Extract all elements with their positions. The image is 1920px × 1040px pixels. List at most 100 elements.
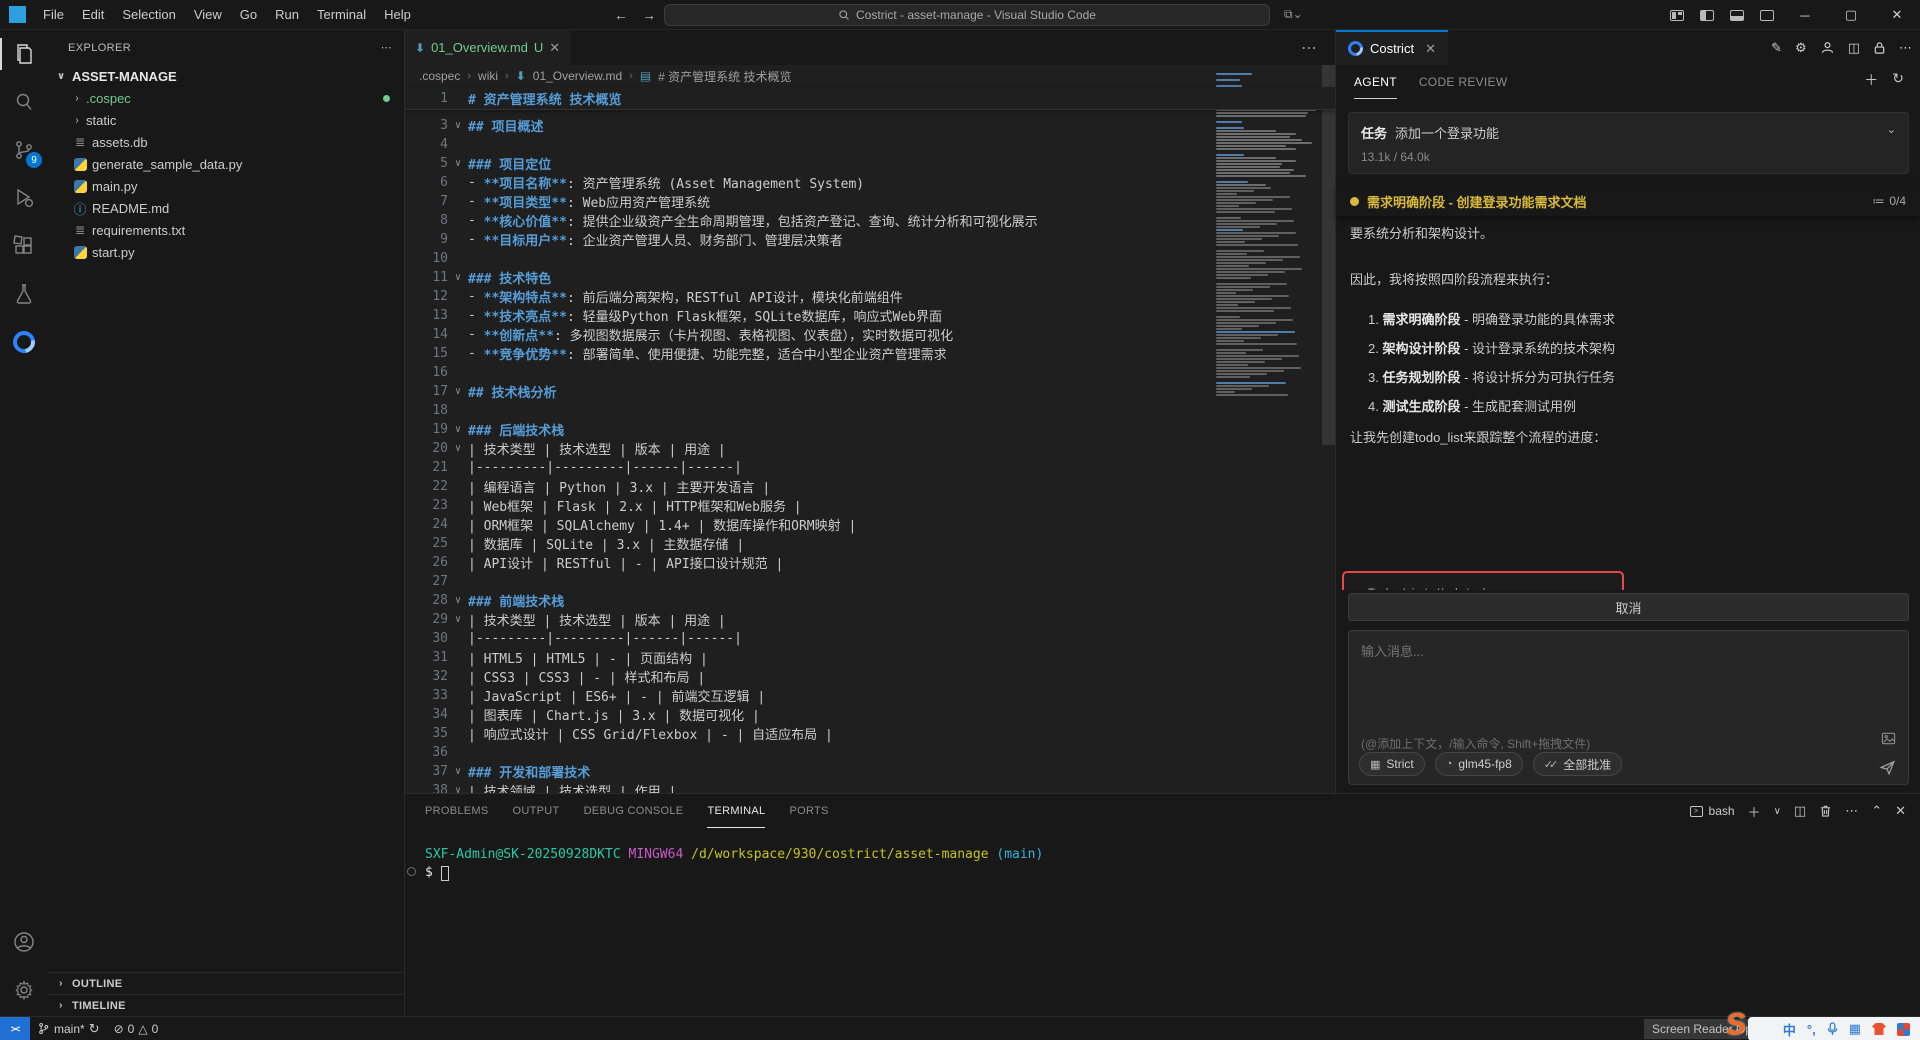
gear-icon[interactable]: ⚙ (1795, 40, 1807, 56)
file-row-assets.db[interactable]: ≣assets.db (48, 131, 404, 153)
menu-selection[interactable]: Selection (113, 7, 184, 22)
file-row-main.py[interactable]: main.py (48, 175, 404, 197)
minimap[interactable] (1212, 65, 1322, 765)
tab-code-review[interactable]: CODE REVIEW (1419, 65, 1508, 99)
split-terminal-icon[interactable]: ◫ (1794, 803, 1806, 819)
activity-costrict[interactable] (0, 318, 48, 366)
send-icon[interactable] (1879, 759, 1896, 776)
toggle-secondary-sidebar-icon[interactable] (1760, 10, 1774, 21)
ime-skin-icon[interactable] (1872, 1023, 1886, 1035)
git-branch-item[interactable]: main* ↻ (30, 1017, 107, 1040)
explorer-more-icon[interactable]: ⋯ (381, 41, 392, 54)
more-actions-icon[interactable]: ⋯ (1899, 40, 1912, 56)
terminal-shell-chip[interactable]: > bash (1690, 804, 1735, 818)
tab-01-overview[interactable]: ⬇ 01_Overview.md U ✕ (405, 30, 570, 65)
panel-tab-problems[interactable]: PROBLEMS (425, 794, 489, 828)
breadcrumb-item[interactable]: 01_Overview.md (533, 69, 622, 83)
command-center[interactable]: Costrict - asset-manage - Visual Studio … (664, 4, 1270, 26)
layout-dropdown-icon[interactable]: ⧉⌄ (1284, 7, 1303, 22)
task-summary-box[interactable]: 任务添加一个登录功能 13.1k / 64.0k ⌄ (1348, 112, 1909, 174)
tab-costrict[interactable]: Costrict ✕ (1336, 30, 1448, 65)
code-area[interactable]: 3∨## 项目概述45∨### 项目定位6- **项目名称**: 资产管理系统 … (405, 110, 1335, 793)
pill-Strict[interactable]: ▦Strict (1359, 752, 1425, 776)
tab-agent[interactable]: AGENT (1354, 65, 1397, 99)
sidebar-section-outline[interactable]: ›OUTLINE (48, 972, 404, 994)
menu-go[interactable]: Go (231, 7, 266, 22)
terminal-dropdown-icon[interactable]: ∨ (1774, 806, 1781, 817)
breadcrumb-item[interactable]: wiki (478, 69, 498, 83)
activity-source-control[interactable]: 9 (0, 126, 48, 174)
sogou-ime-toolbar[interactable]: S 中 °, ▦ (1748, 1017, 1920, 1040)
new-task-icon[interactable]: ＋ (1864, 70, 1878, 90)
new-terminal-icon[interactable]: ＋ (1748, 802, 1761, 821)
menu-help[interactable]: Help (375, 7, 420, 22)
panel-more-icon[interactable]: ⋯ (1845, 803, 1858, 819)
sogou-logo-icon[interactable]: S (1724, 1007, 1747, 1040)
ime-toolbox-icon[interactable] (1897, 1023, 1910, 1036)
lock-icon[interactable] (1873, 41, 1886, 55)
problems-item[interactable]: ⊘ 0 △ 0 (107, 1017, 166, 1040)
minimize-button[interactable]: ─ (1782, 0, 1828, 30)
menu-edit[interactable]: Edit (73, 7, 113, 22)
pill-glm45-fp8[interactable]: ◔glm45-fp8 (1435, 752, 1523, 776)
ime-chinese-mode-icon[interactable]: 中 (1783, 1020, 1796, 1039)
menu-view[interactable]: View (185, 7, 231, 22)
breadcrumb-item[interactable]: .cospec (419, 69, 460, 83)
panel-tab-ports[interactable]: PORTS (789, 794, 828, 828)
history-icon[interactable]: ↻ (1892, 70, 1904, 90)
menu-terminal[interactable]: Terminal (308, 7, 375, 22)
close-panel-icon[interactable]: ✕ (1895, 803, 1906, 819)
pill-全部批准[interactable]: ✓✓全部批准 (1533, 752, 1622, 776)
editor-group: ⬇ 01_Overview.md U ✕ ⋯ .cospec›wiki›⬇01_… (405, 30, 1335, 793)
activity-extensions[interactable] (0, 222, 48, 270)
restore-button[interactable]: ▢ (1828, 0, 1874, 30)
editor-more-actions-icon[interactable]: ⋯ (1301, 38, 1317, 58)
chevron-down-icon[interactable]: ⌄ (1887, 123, 1896, 136)
cancel-button[interactable]: 取消 (1348, 593, 1909, 621)
split-editor-icon[interactable]: ◫ (1848, 40, 1860, 56)
tab-close-icon[interactable]: ✕ (1425, 41, 1436, 57)
kill-terminal-icon[interactable] (1819, 804, 1832, 818)
panel-tab-output[interactable]: OUTPUT (513, 794, 560, 828)
close-button[interactable]: ✕ (1874, 0, 1920, 30)
remote-indicator[interactable]: >< (0, 1017, 30, 1040)
message-input[interactable] (1349, 631, 1908, 727)
ime-mic-icon[interactable] (1827, 1022, 1838, 1036)
activity-testing[interactable] (0, 270, 48, 318)
explorer-root-folder[interactable]: ∨ ASSET-MANAGE (48, 65, 404, 87)
file-row-.cospec[interactable]: ›.cospec (48, 87, 404, 109)
file-row-generate_sample_data.py[interactable]: generate_sample_data.py (48, 153, 404, 175)
maximize-panel-icon[interactable]: ⌃ (1871, 803, 1882, 819)
file-row-start.py[interactable]: start.py (48, 241, 404, 263)
activity-account[interactable] (0, 918, 48, 966)
breadcrumb-item[interactable]: # 资产管理系统 技术概览 (658, 68, 791, 85)
sync-icon[interactable]: ↻ (89, 1021, 100, 1037)
attach-image-icon[interactable] (1881, 731, 1896, 746)
nav-back-icon[interactable]: ← (614, 7, 628, 23)
toggle-sidebar-icon[interactable] (1700, 10, 1714, 21)
sticky-scroll-line[interactable]: 1 # 资产管理系统 技术概览 (405, 87, 1335, 110)
phase-section-header[interactable]: 需求明确阶段 - 创建登录功能需求文档 ≔ 0/4 (1336, 186, 1920, 216)
activity-run-debug[interactable] (0, 174, 48, 222)
activity-settings[interactable] (0, 966, 48, 1014)
sidebar-section-timeline[interactable]: ›TIMELINE (48, 994, 404, 1016)
panel-tab-debug-console[interactable]: DEBUG CONSOLE (584, 794, 684, 828)
ime-punctuation-icon[interactable]: °, (1807, 1022, 1816, 1037)
edit-icon[interactable]: ✎ (1771, 40, 1782, 56)
menu-file[interactable]: File (34, 7, 73, 22)
breadcrumb[interactable]: .cospec›wiki›⬇01_Overview.md›▤# 资产管理系统 技… (405, 65, 1335, 87)
menu-run[interactable]: Run (266, 7, 308, 22)
toggle-panel-icon[interactable] (1730, 10, 1744, 21)
account-icon[interactable] (1820, 40, 1835, 55)
ime-keyboard-icon[interactable]: ▦ (1849, 1021, 1861, 1037)
nav-forward-icon[interactable]: → (642, 7, 656, 23)
file-row-static[interactable]: ›static (48, 109, 404, 131)
editor-scrollbar[interactable] (1322, 65, 1335, 445)
file-row-requirements.txt[interactable]: ≣requirements.txt (48, 219, 404, 241)
activity-search[interactable] (0, 78, 48, 126)
panel-tab-terminal[interactable]: TERMINAL (707, 794, 765, 828)
tab-close-icon[interactable]: ✕ (549, 40, 560, 56)
customize-layout-icon[interactable] (1670, 10, 1684, 21)
activity-explorer[interactable] (0, 30, 48, 78)
file-row-README.md[interactable]: ⓘREADME.md (48, 197, 404, 219)
